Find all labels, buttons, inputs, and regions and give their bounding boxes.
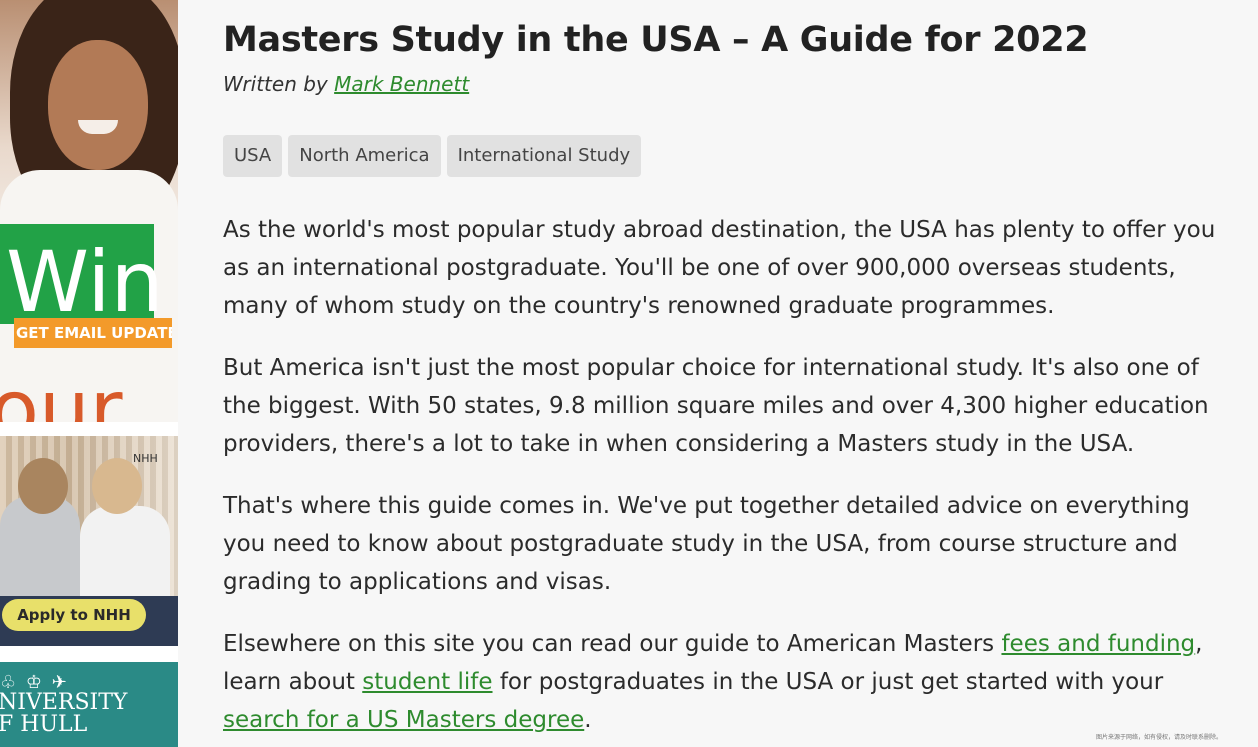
ad-photo-face xyxy=(48,40,148,170)
p2-line-3: providers, there's a lot to take in when… xyxy=(223,431,1135,457)
p1-line-3: many of whom study on the country's reno… xyxy=(223,293,1055,319)
byline-prefix: Written by xyxy=(223,72,328,96)
tag-usa[interactable]: USA xyxy=(223,135,283,177)
tag-list: USA North America International Study xyxy=(223,135,642,177)
byline: Written by Mark Bennett xyxy=(223,72,469,96)
paragraph-3: That's where this guide comes in. We've … xyxy=(223,487,1258,601)
ad-nhh-person-right-head xyxy=(92,458,142,514)
p4-text-1: Elsewhere on this site you can read our … xyxy=(223,631,1002,657)
tag-international-study[interactable]: International Study xyxy=(446,135,642,177)
ad-sidebar: Win our GET EMAIL UPDATES NHH Apply to N… xyxy=(0,0,178,747)
p4-text-3: learn about xyxy=(223,669,363,695)
student-life-link[interactable]: student life xyxy=(362,669,492,695)
p3-line-1: That's where this guide comes in. We've … xyxy=(223,493,1190,519)
ad-university-of-hull[interactable]: ♧ ♔ ✈ NIVERSITY F HULL xyxy=(0,662,178,747)
p3-line-2: you need to know about postgraduate stud… xyxy=(223,531,1178,557)
hull-logo-text: NIVERSITY F HULL xyxy=(0,692,127,736)
p4-text-4: for postgraduates in the USA or just get… xyxy=(492,669,1164,695)
ad-nhh-logo: NHH xyxy=(133,452,158,465)
p1-line-1: As the world's most popular study abroad… xyxy=(223,217,1216,243)
tag-north-america[interactable]: North America xyxy=(288,135,441,177)
page-title: Masters Study in the USA – A Guide for 2… xyxy=(223,20,1089,60)
ad-headline: Win xyxy=(6,233,164,331)
p1-line-2: as an international postgraduate. You'll… xyxy=(223,255,1176,281)
paragraph-1: As the world's most popular study abroad… xyxy=(223,211,1258,325)
fees-and-funding-link[interactable]: fees and funding xyxy=(1001,631,1195,657)
ad-nhh[interactable]: NHH Apply to NHH xyxy=(0,436,178,646)
ad-headline-2: our xyxy=(0,363,123,423)
get-email-updates-button[interactable]: GET EMAIL UPDATES xyxy=(14,318,172,348)
author-link[interactable]: Mark Bennett xyxy=(334,72,469,96)
article-body: As the world's most popular study abroad… xyxy=(223,211,1258,747)
ad-email-updates[interactable]: Win our GET EMAIL UPDATES xyxy=(0,0,178,422)
ad-nhh-person-left-head xyxy=(18,458,68,514)
p4-text-2: , xyxy=(1195,631,1203,657)
search-us-masters-link[interactable]: search for a US Masters degree xyxy=(223,707,584,733)
p2-line-2: the biggest. With 50 states, 9.8 million… xyxy=(223,393,1209,419)
paragraph-2: But America isn't just the most popular … xyxy=(223,349,1258,463)
p3-line-3: grading to applications and visas. xyxy=(223,569,612,595)
hull-logo-line-2: F HULL xyxy=(0,712,88,737)
page: Win our GET EMAIL UPDATES NHH Apply to N… xyxy=(0,0,1258,747)
paragraph-4: Elsewhere on this site you can read our … xyxy=(223,625,1258,739)
p4-text-5: . xyxy=(584,707,592,733)
hull-logo-line-1: NIVERSITY xyxy=(0,690,128,715)
watermark: 图片来源于网络，如有侵权，请及时联系删除。 xyxy=(1095,734,1222,741)
apply-to-nhh-button[interactable]: Apply to NHH xyxy=(2,599,146,631)
p2-line-1: But America isn't just the most popular … xyxy=(223,355,1199,381)
article-main: Masters Study in the USA – A Guide for 2… xyxy=(178,0,1258,747)
